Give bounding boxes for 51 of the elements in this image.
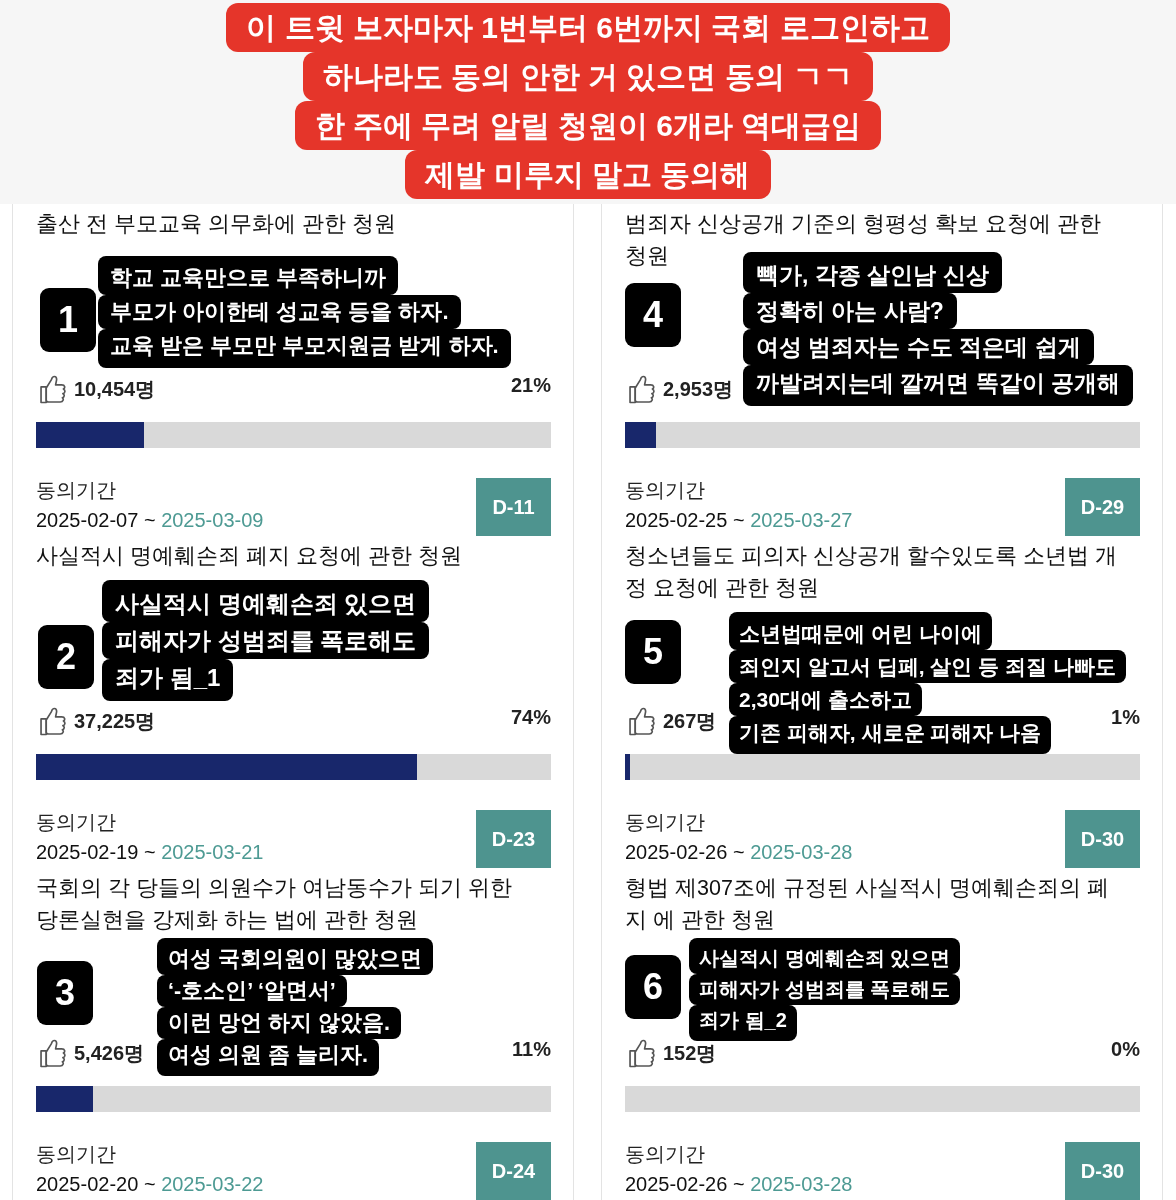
period-label: 동의기간 bbox=[36, 1142, 117, 1167]
d-day-badge: D-30 bbox=[1065, 1142, 1140, 1200]
percent-text: 21% bbox=[510, 374, 551, 396]
petition-title[interactable]: 출산 전 부모교육 의무화에 관한 청원 bbox=[36, 204, 551, 240]
thumbs-up-icon bbox=[629, 706, 655, 736]
date-range: 2025-02-19 ~ 2025-03-21 bbox=[36, 840, 264, 865]
thumbs-up-icon bbox=[40, 1038, 66, 1068]
number-badge: 3 bbox=[37, 961, 93, 1025]
number-badge: 6 bbox=[625, 955, 681, 1019]
number-badge: 4 bbox=[625, 283, 681, 347]
period-label: 동의기간 bbox=[625, 478, 706, 503]
headline-banner: 이 트윗 보자마자 1번부터 6번까지 국회 로그인하고 하나라도 동의 안한 거 있으면 동의 ㄱㄱ 한 주에 무려 알릴 청원이 6개라 역대급임 제발 미루지 말고 동의해 bbox=[226, 3, 950, 199]
period-label: 동의기간 bbox=[36, 478, 117, 503]
period-label: 동의기간 bbox=[625, 810, 706, 835]
supporter-count: 2,953명 bbox=[663, 377, 734, 402]
petition-title[interactable]: 형법 제307조에 규정된 사실적시 명예훼손죄의 폐 지 에 관한 청원 bbox=[625, 868, 1140, 936]
date-range: 2025-02-26 ~ 2025-03-28 bbox=[625, 840, 853, 865]
supporter-count: 5,426명 bbox=[74, 1041, 145, 1066]
period-label: 동의기간 bbox=[36, 810, 117, 835]
d-day-badge: D-30 bbox=[1065, 810, 1140, 868]
d-day-badge: D-23 bbox=[476, 810, 551, 868]
supporter-count: 37,225명 bbox=[74, 709, 156, 734]
petition-title[interactable]: 사실적시 명예훼손죄 폐지 요청에 관한 청원 bbox=[36, 536, 551, 572]
supporter-count: 10,454명 bbox=[74, 377, 156, 402]
date-range: 2025-02-20 ~ 2025-03-22 bbox=[36, 1172, 264, 1197]
thumbs-up-icon bbox=[629, 374, 655, 404]
caption-overlay: 사실적시 명예훼손죄 있으면 피해자가 성범죄를 폭로해도 죄가 됨_2 bbox=[689, 938, 961, 1041]
date-range: 2025-02-25 ~ 2025-03-27 bbox=[625, 508, 853, 533]
number-badge: 2 bbox=[38, 625, 94, 689]
percent-text: 11% bbox=[512, 1038, 551, 1060]
number-badge: 1 bbox=[40, 288, 96, 352]
d-day-badge: D-11 bbox=[476, 478, 551, 536]
date-range: 2025-02-26 ~ 2025-03-28 bbox=[625, 1172, 853, 1197]
caption-overlay: 빽가, 각종 살인남 신상 정확히 아는 사람? 여성 범죄자는 수도 적은데 쉽게 까발려지는데 깔꺼면 똑같이 공개해 bbox=[743, 252, 1134, 406]
thumbs-up-icon bbox=[40, 706, 66, 736]
period-label: 동의기간 bbox=[625, 1142, 706, 1167]
d-day-badge: D-24 bbox=[476, 1142, 551, 1200]
petition-title[interactable]: 청소년들도 피의자 신상공개 할수있도록 소년법 개 정 요청에 관한 청원 bbox=[625, 536, 1140, 604]
percent-text: 0% bbox=[1111, 1038, 1140, 1060]
d-day-badge: D-29 bbox=[1065, 478, 1140, 536]
caption-overlay: 여성 국회의원이 많았으면 ‘-호소인’ ‘알면서’ 이런 망언 하지 않았음. 여성 의원 좀 늘리자. bbox=[157, 938, 433, 1076]
caption-overlay: 학교 교육만으로 부족하니까 부모가 아이한테 성교육 등을 하자. 교육 받은 부모만 부모지원금 받게 하자. bbox=[98, 256, 511, 368]
supporter-count: 152명 bbox=[663, 1041, 717, 1066]
percent-text: 74% bbox=[510, 706, 551, 728]
petition-title[interactable]: 국회의 각 당들의 의원수가 여남동수가 되기 위한 당론실현을 강제화 하는 법에 관한 청원 bbox=[36, 868, 551, 936]
thumbs-up-icon bbox=[629, 1038, 655, 1068]
supporter-count: 267명 bbox=[663, 709, 717, 734]
number-badge: 5 bbox=[625, 620, 681, 684]
caption-overlay: 사실적시 명예훼손죄 있으면 피해자가 성범죄를 폭로해도 죄가 됨_1 bbox=[102, 580, 430, 701]
date-range: 2025-02-07 ~ 2025-03-09 bbox=[36, 508, 264, 533]
thumbs-up-icon bbox=[40, 374, 66, 404]
